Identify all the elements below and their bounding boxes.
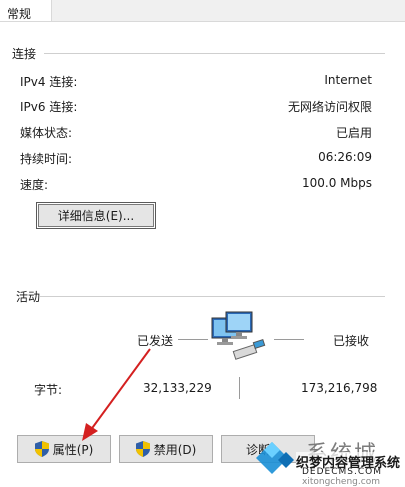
network-computers-icon [210, 310, 270, 362]
speed-label: 速度: [20, 178, 49, 192]
bytes-separator [239, 377, 240, 399]
bytes-label: 字节: [34, 383, 63, 397]
tab-general[interactable]: 常规 [0, 0, 52, 22]
bytes-received-value: 173,216,798 [301, 381, 378, 395]
details-button[interactable]: 详细信息(E)... [36, 202, 156, 229]
sent-line [178, 339, 208, 340]
connection-divider [44, 53, 385, 54]
activity-divider [40, 296, 385, 297]
ipv6-value: 无网络访问权限 [287, 100, 372, 114]
windows-logo-icon [256, 442, 294, 474]
disable-button-label: 禁用(D) [153, 442, 197, 457]
ipv4-value: Internet [324, 73, 372, 87]
received-line [274, 339, 304, 340]
activity-section-label: 活动 [16, 290, 41, 304]
details-button-label: 详细信息(E)... [57, 209, 135, 223]
media-state-value: 已启用 [335, 126, 372, 140]
watermark: 系统城 织梦内容管理系统 DEDECMS.COM xitongcheng.com [250, 432, 405, 487]
connection-section-label: 连接 [12, 47, 37, 61]
shield-icon [34, 441, 49, 457]
tab-general-label: 常规 [7, 7, 32, 21]
general-panel [0, 21, 405, 487]
watermark-url: xitongcheng.com [302, 477, 380, 487]
watermark-domain: DEDECMS.COM [302, 467, 382, 477]
annotation-arrow-icon [82, 348, 151, 441]
media-state-label: 媒体状态: [20, 126, 73, 140]
received-label: 已接收 [333, 334, 370, 348]
speed-value: 100.0 Mbps [301, 176, 372, 190]
duration-value: 06:26:09 [318, 150, 372, 164]
ipv6-label: IPv6 连接: [20, 100, 78, 114]
ipv4-label: IPv4 连接: [20, 75, 78, 89]
duration-label: 持续时间: [20, 152, 73, 166]
